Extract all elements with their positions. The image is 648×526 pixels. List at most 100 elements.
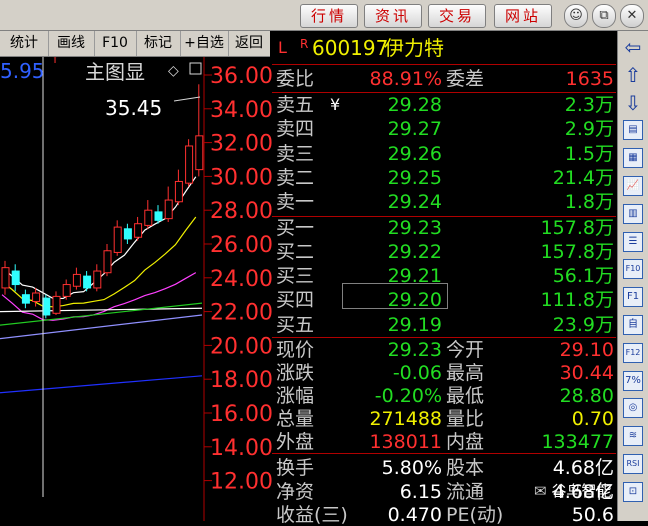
candle-body xyxy=(134,223,143,238)
candle-body xyxy=(113,226,122,253)
sell-level-volume: 21.4万 xyxy=(552,166,614,189)
stat-label: 股本 xyxy=(446,457,485,479)
candle-body xyxy=(185,145,194,184)
grid-icon[interactable]: ▦ xyxy=(623,148,643,169)
close-icon[interactable]: ✕ xyxy=(620,4,644,28)
f1-icon[interactable]: F1 xyxy=(623,287,643,308)
tab-trade[interactable]: 交易 xyxy=(428,4,486,28)
draw-line-button[interactable]: 画线 xyxy=(48,31,95,56)
f10-icon[interactable]: F10 xyxy=(623,259,643,280)
back-button[interactable]: 返回 xyxy=(228,31,270,56)
candle-body xyxy=(11,270,20,286)
add-watchlist-button[interactable]: +自选 xyxy=(180,31,229,56)
frame-icon[interactable]: ⊡ xyxy=(623,481,643,502)
stat-value: 138011 xyxy=(369,431,442,453)
up-arrow-icon[interactable]: ⇧ xyxy=(623,65,643,85)
stat-label: 换手 xyxy=(276,457,315,479)
favorite-icon[interactable]: 自 xyxy=(623,315,643,335)
window-top-bar: 行情 资讯 交易 网站 ☺ ⧉ ✕ xyxy=(0,0,648,31)
sell-level-volume: 1.8万 xyxy=(564,191,614,214)
sell-level-label: 卖二 xyxy=(276,166,315,189)
sell-level-label: 卖一 xyxy=(276,191,315,214)
flag-r: R xyxy=(300,37,309,51)
candle-body xyxy=(174,180,183,203)
mark-button[interactable]: 标记 xyxy=(136,31,181,56)
ma-line xyxy=(1,216,197,308)
watermark: ✉ 谷鸟智能 xyxy=(534,482,612,500)
quote-panel: L R 600197 伊力特 委比 88.91% 委差 1635 卖五 29.28… xyxy=(272,31,616,526)
stat-value: 133477 xyxy=(541,431,614,453)
kline-icon[interactable]: ▥ xyxy=(623,203,643,224)
high-pointer xyxy=(173,96,201,102)
candle-body xyxy=(32,292,41,302)
sell-level-price: 29.25 xyxy=(387,166,442,189)
rsi-icon[interactable]: RSI xyxy=(623,454,643,474)
candle-body xyxy=(103,250,112,274)
f12-icon[interactable]: F12 xyxy=(623,342,643,363)
candle-body xyxy=(144,209,153,226)
kline-chart[interactable]: 36.00 34.00 32.00 30.00 28.00 26.00 24.00 22.00… xyxy=(0,57,272,521)
sell-level-volume: 2.9万 xyxy=(564,118,614,141)
stat-label: 最高 xyxy=(446,362,485,384)
percent-icon[interactable]: 7% xyxy=(623,370,643,391)
menu-icon[interactable]: ☰ xyxy=(623,231,643,252)
candle-body xyxy=(195,135,204,171)
stat-value: 0.470 xyxy=(387,504,442,526)
target-icon[interactable]: ◎ xyxy=(623,398,643,419)
restore-icon[interactable]: ⧉ xyxy=(592,4,616,28)
buy-level-volume: 23.9万 xyxy=(552,313,614,336)
candle-body xyxy=(83,275,92,289)
buy-level-volume: 56.1万 xyxy=(552,265,614,288)
stat-value: 29.10 xyxy=(559,339,614,361)
weicha-value: 1635 xyxy=(565,68,614,90)
long-ma-line xyxy=(0,314,203,340)
stat-label: 外盘 xyxy=(276,431,315,453)
back-arrow-icon[interactable]: ⇦ xyxy=(623,37,643,57)
candle-body xyxy=(62,284,71,297)
wechat-icon: ✉ xyxy=(534,482,547,500)
tab-news[interactable]: 资讯 xyxy=(364,4,422,28)
weibi-value: 88.91% xyxy=(369,68,442,90)
sell-level-label: 卖四 xyxy=(276,118,315,141)
y-tick-label: 14.00 xyxy=(210,436,272,461)
y-tick-label: 32.00 xyxy=(210,132,272,157)
tab-market[interactable]: 行情 xyxy=(300,4,358,28)
stat-value: 28.80 xyxy=(559,385,614,407)
f10-button[interactable]: F10 xyxy=(94,31,137,56)
down-arrow-icon[interactable]: ⇩ xyxy=(623,93,643,113)
weibi-label: 委比 xyxy=(276,68,315,90)
price-marker: 5.95 xyxy=(0,59,45,83)
y-tick-label: 12.00 xyxy=(210,470,272,495)
selected-price-box[interactable] xyxy=(342,283,448,309)
stock-name: 伊力特 xyxy=(384,36,444,60)
stock-code: 600197 xyxy=(312,36,389,60)
stat-label: 收益(三) xyxy=(276,504,348,526)
stat-value: 5.80% xyxy=(381,457,442,479)
overlay-checkbox[interactable] xyxy=(189,62,202,75)
buy-level-price: 29.22 xyxy=(387,240,442,263)
stat-label: 今开 xyxy=(446,339,485,361)
buy-level-price: 29.19 xyxy=(387,313,442,336)
buy-level-label: 买四 xyxy=(276,289,315,312)
stat-value: 271488 xyxy=(369,408,442,430)
stats-button[interactable]: 统计 xyxy=(0,31,49,56)
y-tick-label: 28.00 xyxy=(210,199,272,224)
y-tick-label: 18.00 xyxy=(210,368,272,393)
right-icon-bar: ⇦ ⇧ ⇩ ▤ ▦ 📈 ▥ ☰ F10 F1 自 F12 7% ◎ ≋ RSI ⊡ xyxy=(617,31,648,521)
price-axis: 36.00 34.00 32.00 30.00 28.00 26.00 24.00 22.00… xyxy=(204,64,272,495)
sell-level-label: 卖五 xyxy=(276,94,315,116)
wave-icon[interactable]: ≋ xyxy=(623,426,643,447)
buy-level-label: 买三 xyxy=(276,265,315,288)
y-tick-label: 20.00 xyxy=(210,334,272,359)
stat-value: -0.06 xyxy=(392,362,442,384)
buy-level-volume: 111.8万 xyxy=(540,289,614,312)
sell-level-price: 29.28 xyxy=(387,94,442,116)
minimize-icon[interactable]: ☺ xyxy=(564,4,588,28)
tab-website[interactable]: 网站 xyxy=(494,4,552,28)
overlay-toggle-icon: ◇ xyxy=(168,63,179,79)
price-switch-icon[interactable]: ¥ xyxy=(330,94,340,116)
y-tick-label: 22.00 xyxy=(210,301,272,326)
trend-chart-icon[interactable]: 📈 xyxy=(623,176,643,196)
stat-value: 6.15 xyxy=(399,480,442,503)
list-icon[interactable]: ▤ xyxy=(623,120,643,141)
